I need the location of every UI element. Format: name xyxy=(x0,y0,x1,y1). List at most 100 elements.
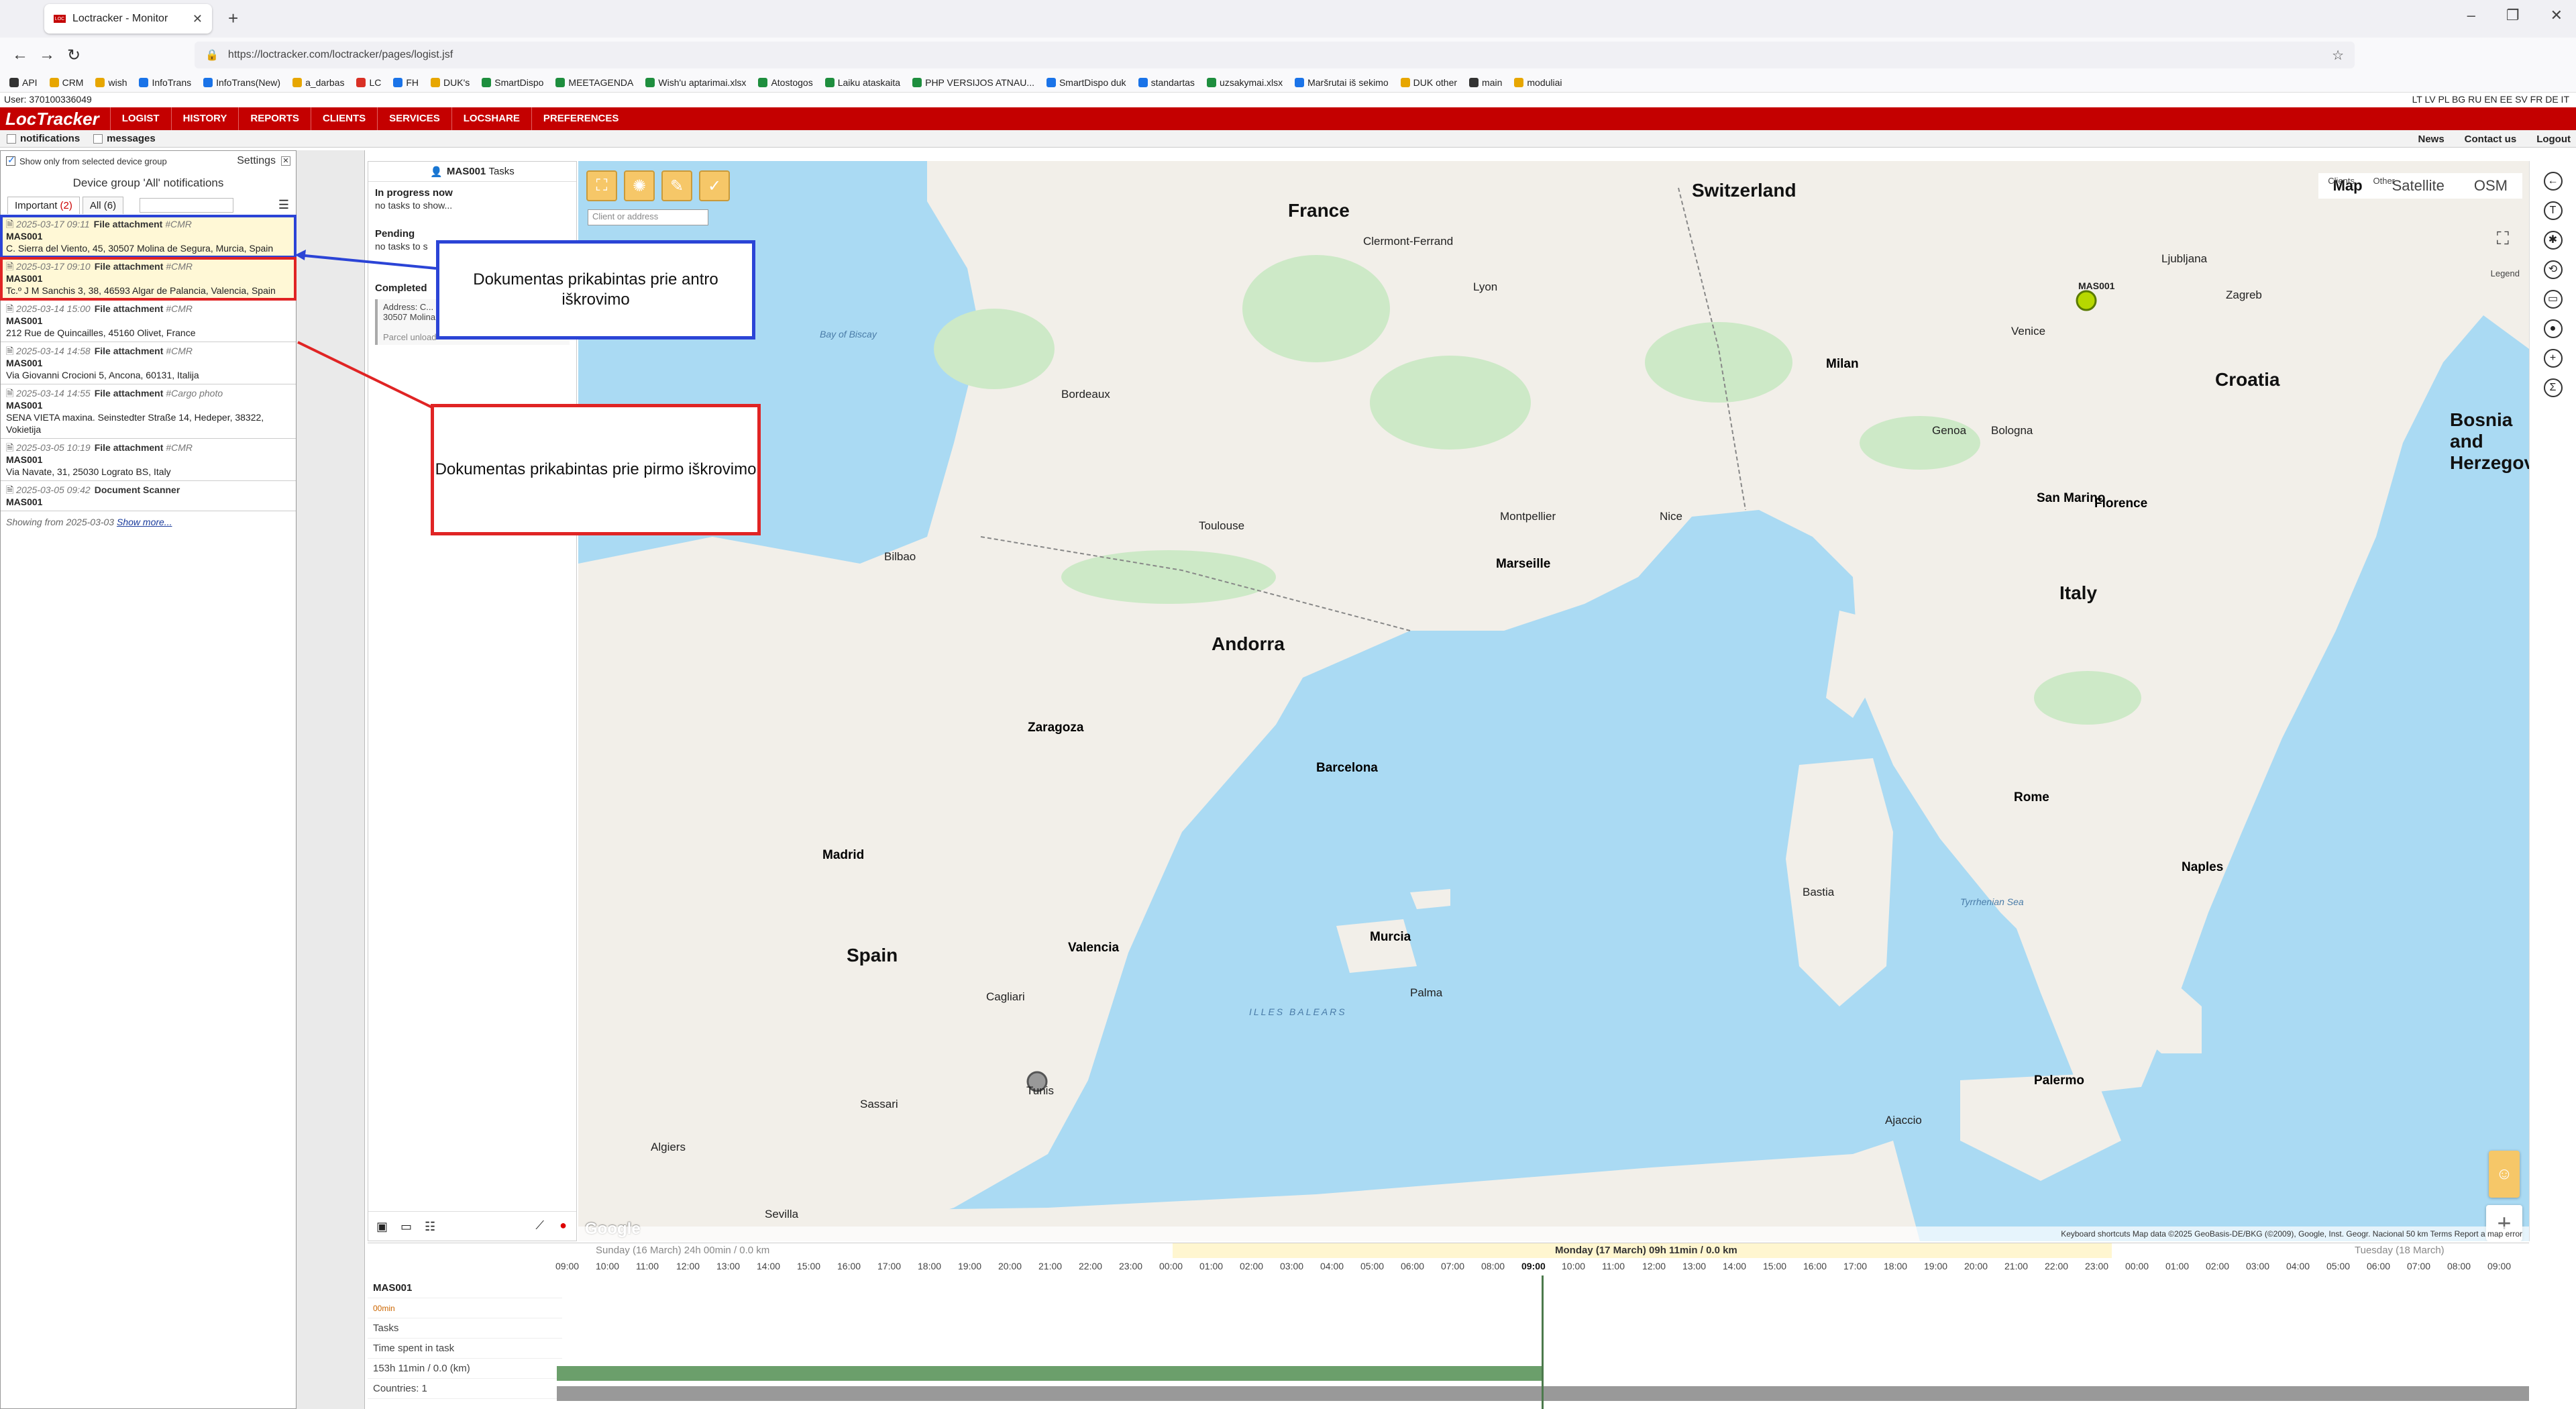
bookmark-item[interactable]: MEETAGENDA xyxy=(555,77,633,88)
minimize-icon[interactable]: – xyxy=(2467,7,2475,24)
menu-reports[interactable]: REPORTS xyxy=(238,107,311,130)
back-icon[interactable]: ← xyxy=(7,46,34,64)
folder-icon[interactable]: ▭ xyxy=(400,1220,412,1234)
bookmark-star-icon[interactable]: ☆ xyxy=(2332,47,2344,64)
pegman-icon[interactable]: ☺ xyxy=(2489,1151,2520,1198)
maximize-icon[interactable]: ❐ xyxy=(2506,7,2520,24)
show-more-link[interactable]: Show more... xyxy=(117,517,172,527)
close-panel-icon[interactable]: ✕ xyxy=(281,156,290,166)
folder-icon[interactable]: ▭ xyxy=(2543,290,2563,309)
pin-icon[interactable]: ● xyxy=(559,1218,567,1233)
notification-item[interactable]: 🗎 2025-03-14 14:58 File attachment #CMR MA… xyxy=(1,342,296,384)
show-only-checkbox[interactable] xyxy=(6,154,15,166)
add-icon[interactable]: + xyxy=(2543,349,2563,368)
traffic-icon[interactable]: T xyxy=(2543,201,2563,220)
bookmark-item[interactable]: InfoTrans xyxy=(139,77,191,88)
fullscreen-icon[interactable]: ⛶ xyxy=(2497,228,2509,250)
menu-services[interactable]: SERVICES xyxy=(377,107,451,130)
bookmark-item[interactable]: a_darbas xyxy=(292,77,344,88)
tab-all[interactable]: All (6) xyxy=(82,196,124,214)
label-zaragoza: Zaragoza xyxy=(1028,721,1084,735)
bookmark-item[interactable]: CRM xyxy=(49,77,83,88)
location-icon[interactable]: ● xyxy=(2543,319,2563,338)
map-option-other[interactable]: Other xyxy=(2373,176,2395,186)
bookmark-item[interactable]: API xyxy=(9,77,38,88)
menu-locshare[interactable]: LOCSHARE xyxy=(451,107,531,130)
bookmark-item[interactable]: Wish'u aptarimai.xlsx xyxy=(645,77,746,88)
map-tool-ruler-icon[interactable]: ✎ xyxy=(661,170,692,201)
bookmark-item[interactable]: SmartDispo xyxy=(482,77,543,88)
bookmark-item[interactable]: Atostogos xyxy=(758,77,813,88)
tab-messages[interactable]: messages xyxy=(87,133,162,144)
close-tab-icon[interactable]: ✕ xyxy=(193,12,203,26)
bookmark-item[interactable]: uzsakymai.xlsx xyxy=(1206,77,1283,88)
settings-icon[interactable]: ✱ xyxy=(2543,231,2563,250)
menu-history[interactable]: HISTORY xyxy=(170,107,239,130)
bookmark-item[interactable]: standartas xyxy=(1138,77,1195,88)
contact-link[interactable]: Contact us xyxy=(2465,134,2517,145)
bookmark-item[interactable]: Maršrutai iš sekimo xyxy=(1295,77,1389,88)
bookmark-item[interactable]: DUK's xyxy=(431,77,470,88)
back-arrow-icon[interactable]: ← xyxy=(2543,172,2563,191)
logout-link[interactable]: Logout xyxy=(2536,134,2571,145)
news-link[interactable]: News xyxy=(2418,134,2444,145)
notification-item[interactable]: 🗎 2025-03-14 15:00 File attachment #CMR MA… xyxy=(1,300,296,342)
notification-header: 🗎 2025-03-05 10:19 File attachment #CMR xyxy=(6,441,290,454)
bookmark-item[interactable]: wish xyxy=(95,77,127,88)
sum-icon[interactable]: Σ xyxy=(2543,378,2563,397)
reload-icon[interactable]: ↻ xyxy=(60,46,87,65)
map[interactable]: ⛶ ✺ ✎ ✓ Client or address Map Satellite … xyxy=(578,161,2529,1241)
timeline-hour-label: 02:00 xyxy=(1240,1261,1264,1271)
bookmark-item[interactable]: PHP VERSIJOS ATNAU... xyxy=(912,77,1034,88)
new-tab-icon[interactable]: + xyxy=(228,8,238,29)
map-tool-route-icon[interactable]: ✓ xyxy=(699,170,730,201)
notification-address: Via Giovanni Crocioni 5, Ancona, 60131, … xyxy=(6,370,199,380)
menu-logist[interactable]: LOGIST xyxy=(109,107,171,130)
menu-preferences[interactable]: PREFERENCES xyxy=(531,107,631,130)
loctracker-logo[interactable]: LocTracker xyxy=(0,109,110,129)
language-links[interactable]: LT LV PL BG RU EN EE SV FR DE IT xyxy=(2412,93,2569,106)
bookmark-item[interactable]: moduliai xyxy=(1514,77,1562,88)
map-option-clients[interactable]: Clients xyxy=(2328,176,2355,186)
close-window-icon[interactable]: ✕ xyxy=(2551,7,2563,24)
timeline-hour-label: 03:00 xyxy=(2246,1261,2270,1271)
add-task-icon[interactable]: ▣ xyxy=(376,1220,388,1234)
bookmark-label: API xyxy=(22,76,38,88)
forward-icon[interactable]: → xyxy=(34,46,60,64)
bookmark-item[interactable]: SmartDispo duk xyxy=(1046,77,1126,88)
bookmark-icon xyxy=(1295,77,1305,87)
menu-icon[interactable]: ☰ xyxy=(278,198,289,212)
bookmark-item[interactable]: LC xyxy=(356,77,381,88)
notification-item[interactable]: 🗎 2025-03-17 09:10 File attachment #CMR MA… xyxy=(0,257,297,301)
notification-item[interactable]: 🗎 2025-03-05 10:19 File attachment #CMR MA… xyxy=(1,439,296,481)
timeline-hour-label: 07:00 xyxy=(2407,1261,2431,1271)
map-type-osm[interactable]: OSM xyxy=(2459,173,2522,199)
bookmark-item[interactable]: main xyxy=(1469,77,1502,88)
menu-clients[interactable]: CLIENTS xyxy=(310,107,377,130)
timeline[interactable]: Sunday (16 March) 24h 00min / 0.0 km Mon… xyxy=(368,1243,2529,1409)
bookmark-item[interactable]: Laiku ataskaita xyxy=(824,77,900,88)
timeline-driving-bar[interactable] xyxy=(557,1366,1543,1381)
label-naples: Naples xyxy=(2182,860,2224,874)
chart-icon[interactable]: ⟋ xyxy=(535,1218,544,1233)
notification-item[interactable]: 🗎 2025-03-05 09:42 Document Scanner MAS00… xyxy=(1,481,296,511)
timeline-now-marker[interactable] xyxy=(1542,1275,1544,1409)
notification-item[interactable]: 🗎 2025-03-14 14:55 File attachment #Cargo… xyxy=(1,384,296,439)
address-bar[interactable]: 🔒 https://loctracker.com/loctracker/page… xyxy=(195,42,2355,68)
bookmark-item[interactable]: DUK other xyxy=(1400,77,1457,88)
tab-important[interactable]: Important (2) xyxy=(7,196,80,214)
tab-notifications[interactable]: notifications xyxy=(0,133,87,144)
list-icon[interactable]: ☷ xyxy=(425,1220,435,1234)
browser-tab[interactable]: LOC Loctracker - Monitor ✕ xyxy=(44,4,212,34)
history-icon[interactable]: ⟲ xyxy=(2543,260,2563,279)
map-tool-fit-icon[interactable]: ⛶ xyxy=(586,170,617,201)
map-tool-traffic-icon[interactable]: ✺ xyxy=(624,170,655,201)
timeline-hour-label: 21:00 xyxy=(1038,1261,1063,1271)
legend-button[interactable]: Legend xyxy=(2491,268,2520,278)
bookmark-item[interactable]: InfoTrans(New) xyxy=(203,77,280,88)
notification-item[interactable]: 🗎 2025-03-17 09:11 File attachment #CMR MA… xyxy=(0,215,297,258)
map-search-input[interactable]: Client or address xyxy=(588,209,708,225)
notification-search-input[interactable] xyxy=(140,197,234,213)
settings-link[interactable]: Settings xyxy=(237,155,276,167)
bookmark-item[interactable]: FH xyxy=(393,77,419,88)
